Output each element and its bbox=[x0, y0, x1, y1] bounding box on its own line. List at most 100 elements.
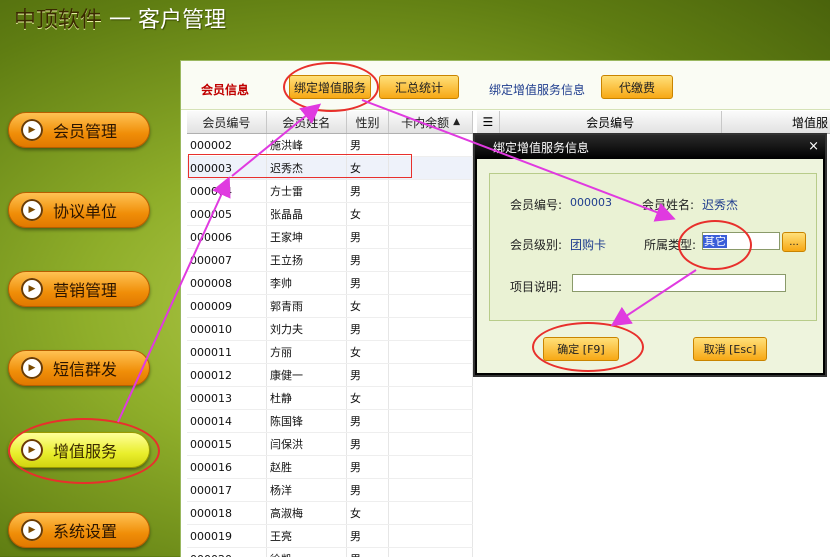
table-row[interactable]: 000007 王立扬男 bbox=[187, 249, 473, 272]
cell-gender: 女 bbox=[347, 387, 389, 409]
col-value-added[interactable]: 增值服 bbox=[722, 111, 830, 133]
cell-balance bbox=[389, 364, 473, 386]
nav-agreement-unit[interactable]: ▶ 协议单位 bbox=[8, 192, 150, 228]
cell-member-name: 康健一 bbox=[267, 364, 347, 386]
nav-value-added-service[interactable]: ▶ 增值服务 bbox=[8, 432, 150, 468]
table-row[interactable]: 000017 杨洋男 bbox=[187, 479, 473, 502]
cell-member-no: 000016 bbox=[187, 456, 267, 478]
nav-sms-broadcast[interactable]: ▶ 短信群发 bbox=[8, 350, 150, 386]
cell-member-no: 000018 bbox=[187, 502, 267, 524]
table-row[interactable]: 000019 王亮男 bbox=[187, 525, 473, 548]
table-row[interactable]: 000013 杜静女 bbox=[187, 387, 473, 410]
cell-member-name: 方丽 bbox=[267, 341, 347, 363]
cell-member-name: 李帅 bbox=[267, 272, 347, 294]
col-member-no[interactable]: 会员编号 bbox=[500, 111, 722, 133]
table-row[interactable]: 000008 李帅男 bbox=[187, 272, 473, 295]
play-icon: ▶ bbox=[21, 439, 43, 461]
cell-member-name: 闫保洪 bbox=[267, 433, 347, 455]
col-member-no[interactable]: 会员编号 bbox=[187, 111, 267, 133]
member-name-value: 迟秀杰 bbox=[702, 198, 739, 212]
members-table: 会员编号 会员姓名 性别 卡内余额 ▲ 000002 施洪峰男 000003 迟秀杰女 0… bbox=[187, 111, 473, 557]
table-row[interactable]: 000010 刘力夫男 bbox=[187, 318, 473, 341]
desc-label: 项目说明: bbox=[510, 280, 563, 294]
cell-balance bbox=[389, 249, 473, 271]
level-value: 团购卡 bbox=[570, 238, 607, 252]
cell-balance bbox=[389, 387, 473, 409]
pay-button[interactable]: 代缴费 bbox=[601, 75, 673, 99]
cell-balance bbox=[389, 272, 473, 294]
cell-member-no: 000017 bbox=[187, 479, 267, 501]
cell-gender: 男 bbox=[347, 364, 389, 386]
cell-member-no: 000014 bbox=[187, 410, 267, 432]
table-header: 会员编号 会员姓名 性别 卡内余额 ▲ bbox=[187, 111, 473, 134]
cell-gender: 女 bbox=[347, 295, 389, 317]
app-title: 中顶软件 一 客户管理 bbox=[14, 8, 227, 33]
cell-gender: 男 bbox=[347, 318, 389, 340]
browse-button[interactable]: ... bbox=[782, 232, 806, 252]
menu-icon[interactable]: ☰ bbox=[477, 111, 500, 133]
cell-balance bbox=[389, 456, 473, 478]
cell-gender: 男 bbox=[347, 134, 389, 156]
desc-field[interactable] bbox=[572, 274, 786, 292]
table-row[interactable]: 000003 迟秀杰女 bbox=[187, 157, 473, 180]
table-row[interactable]: 000012 康健一男 bbox=[187, 364, 473, 387]
table-row[interactable]: 000002 施洪峰男 bbox=[187, 134, 473, 157]
cell-balance bbox=[389, 226, 473, 248]
play-icon: ▶ bbox=[21, 199, 43, 221]
cell-member-no: 000008 bbox=[187, 272, 267, 294]
dialog-title-bar: 绑定增值服务信息 × bbox=[475, 135, 825, 159]
sort-up-icon: ▲ bbox=[453, 117, 461, 127]
cell-member-no: 000005 bbox=[187, 203, 267, 225]
cell-member-name: 施洪峰 bbox=[267, 134, 347, 156]
table-row[interactable]: 000011 方丽女 bbox=[187, 341, 473, 364]
cell-member-no: 000010 bbox=[187, 318, 267, 340]
bind-service-button[interactable]: 绑定增值服务 bbox=[289, 75, 371, 99]
table-row[interactable]: 000016 赵胜男 bbox=[187, 456, 473, 479]
cell-balance bbox=[389, 479, 473, 501]
cell-member-name: 迟秀杰 bbox=[267, 157, 347, 179]
table-row[interactable]: 000005 张晶晶女 bbox=[187, 203, 473, 226]
cell-member-no: 000004 bbox=[187, 180, 267, 202]
col-gender[interactable]: 性别 bbox=[347, 111, 390, 133]
play-icon: ▶ bbox=[21, 357, 43, 379]
cell-member-name: 王立扬 bbox=[267, 249, 347, 271]
nav-marketing[interactable]: ▶ 营销管理 bbox=[8, 271, 150, 307]
table-row[interactable]: 000004 方士雷男 bbox=[187, 180, 473, 203]
member-info-title: 会员信息 bbox=[201, 83, 250, 97]
table-row[interactable]: 000018 高淑梅女 bbox=[187, 502, 473, 525]
cell-member-no: 000013 bbox=[187, 387, 267, 409]
cell-member-no: 000002 bbox=[187, 134, 267, 156]
cell-balance bbox=[389, 134, 473, 156]
cancel-button[interactable]: 取消 [Esc] bbox=[693, 337, 767, 361]
table-row[interactable]: 000015 闫保洪男 bbox=[187, 433, 473, 456]
col-balance[interactable]: 卡内余额 ▲ bbox=[389, 111, 473, 133]
col-member-name[interactable]: 会员姓名 bbox=[267, 111, 347, 133]
cell-member-no: 000015 bbox=[187, 433, 267, 455]
nav-member-management[interactable]: ▶ 会员管理 bbox=[8, 112, 150, 148]
play-icon: ▶ bbox=[21, 519, 43, 541]
bind-service-dialog: 绑定增值服务信息 × 会员编号: 000003 会员姓名: 迟秀杰 会员级别: … bbox=[473, 133, 827, 377]
cell-balance bbox=[389, 433, 473, 455]
member-name-label: 会员姓名: bbox=[642, 198, 695, 212]
confirm-button[interactable]: 确定 [F9] bbox=[543, 337, 619, 361]
cell-member-name: 王亮 bbox=[267, 525, 347, 547]
cell-member-name: 赵胜 bbox=[267, 456, 347, 478]
summary-button[interactable]: 汇总统计 bbox=[379, 75, 459, 99]
table-row[interactable]: 000009 郭青雨女 bbox=[187, 295, 473, 318]
nav-system-settings[interactable]: ▶ 系统设置 bbox=[8, 512, 150, 548]
cell-gender: 男 bbox=[347, 272, 389, 294]
table-row[interactable]: 000014 陈国锋男 bbox=[187, 410, 473, 433]
level-label: 会员级别: bbox=[510, 238, 563, 252]
cell-member-no: 000006 bbox=[187, 226, 267, 248]
type-field[interactable]: 其它 bbox=[702, 232, 780, 250]
table-row[interactable]: 000006 王家坤男 bbox=[187, 226, 473, 249]
cell-member-name: 张晶晶 bbox=[267, 203, 347, 225]
bound-services-table-header: ☰ 会员编号 增值服 bbox=[477, 111, 830, 134]
cell-gender: 男 bbox=[347, 410, 389, 432]
cell-balance bbox=[389, 203, 473, 225]
close-icon[interactable]: × bbox=[808, 139, 819, 154]
type-label: 所属类型: bbox=[644, 238, 697, 252]
cell-member-name: 陈国锋 bbox=[267, 410, 347, 432]
cell-gender: 男 bbox=[347, 479, 389, 501]
cell-member-name: 杜静 bbox=[267, 387, 347, 409]
